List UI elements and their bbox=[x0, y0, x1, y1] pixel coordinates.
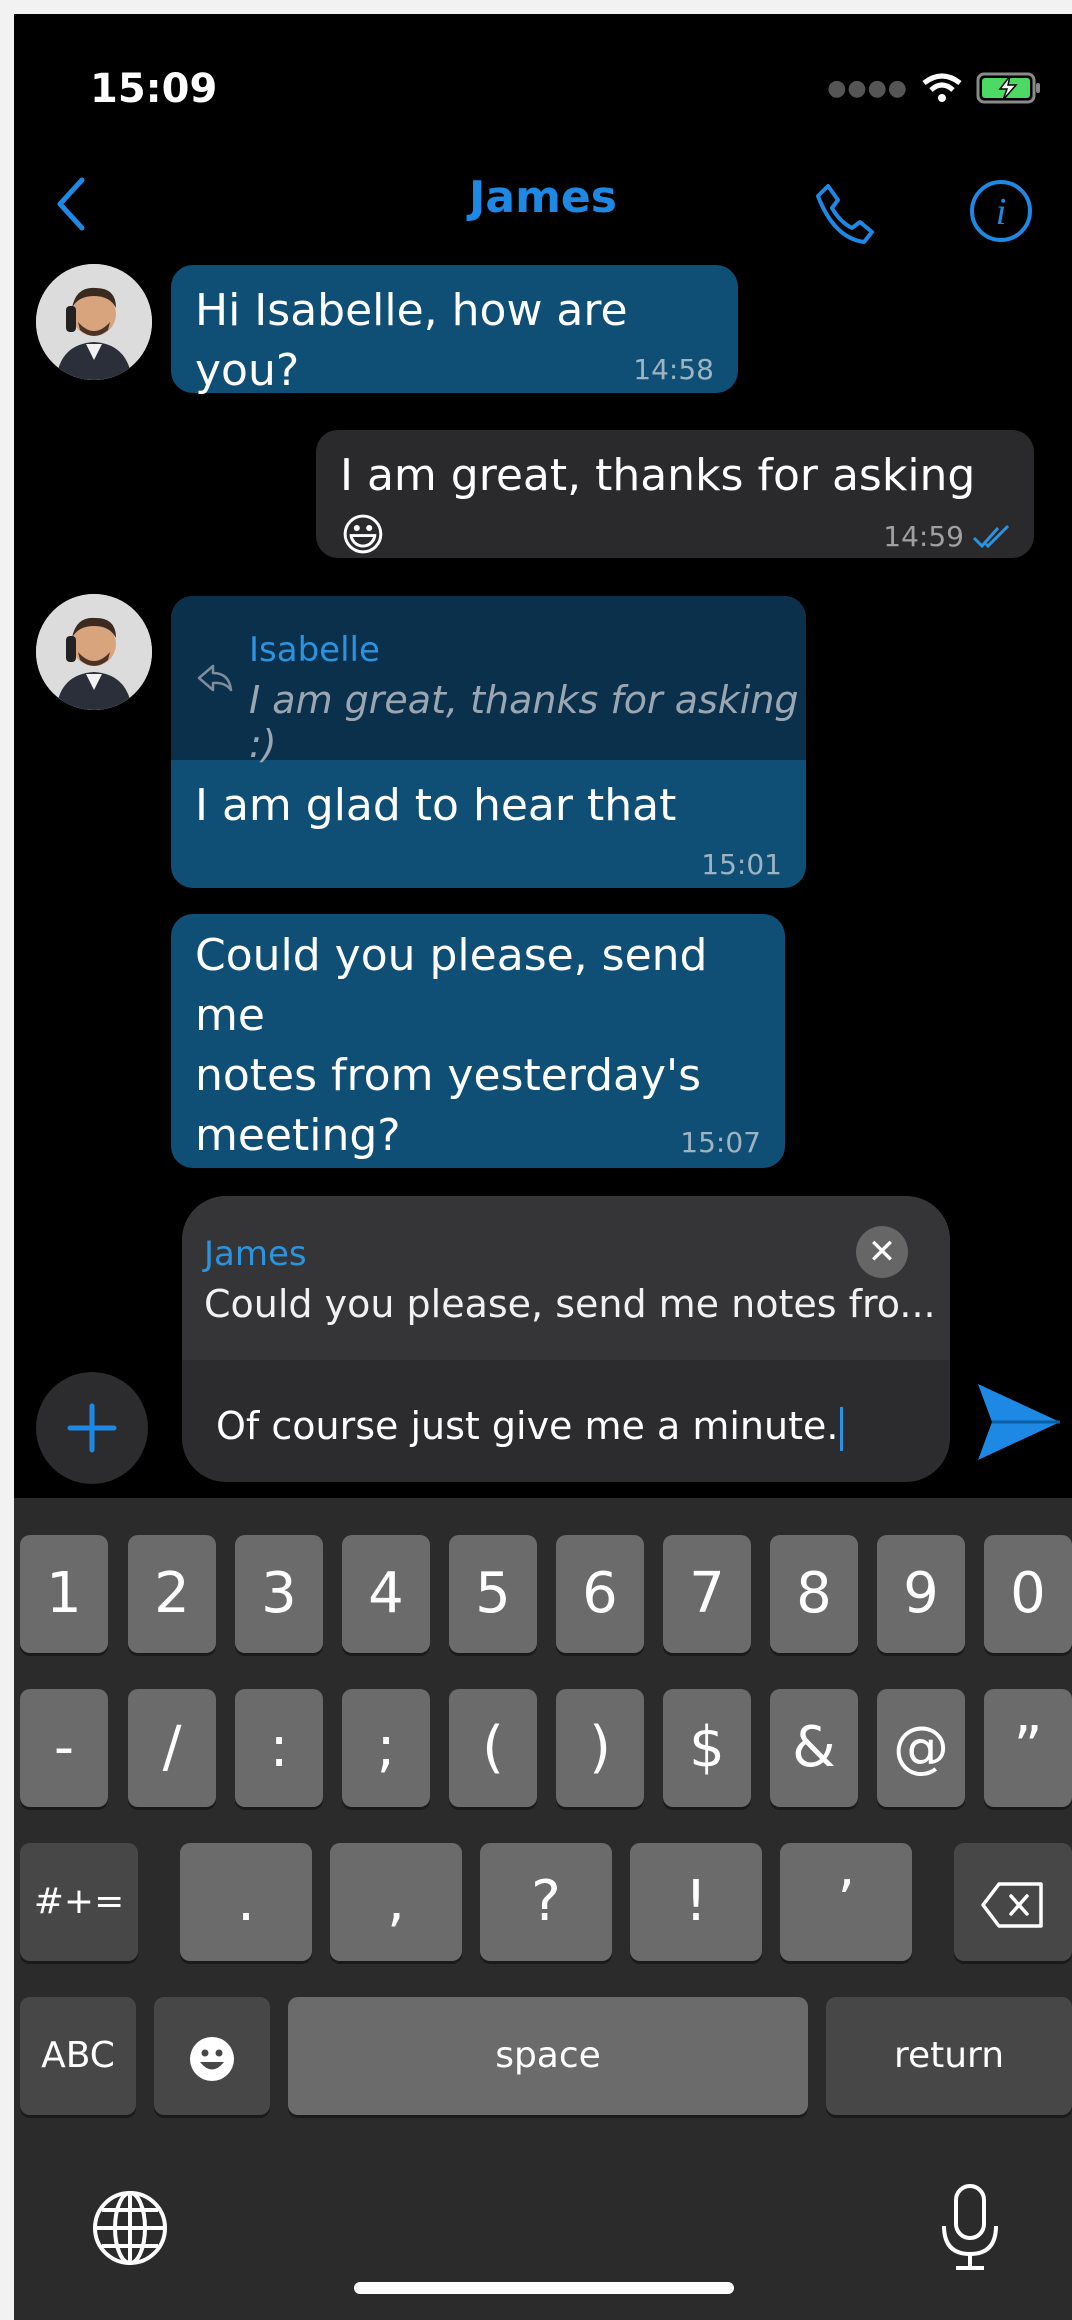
key-open-paren[interactable]: ( bbox=[449, 1689, 537, 1807]
key-7[interactable]: 7 bbox=[663, 1535, 751, 1653]
message-time: 15:01 bbox=[701, 848, 782, 881]
contact-photo-icon bbox=[36, 594, 152, 710]
globe-icon bbox=[93, 2191, 167, 2265]
phone-icon bbox=[816, 184, 874, 244]
message-bubble-incoming[interactable]: Could you please, send me notes from yes… bbox=[171, 914, 785, 1168]
send-button[interactable] bbox=[976, 1382, 1062, 1466]
key-semicolon[interactable]: ; bbox=[342, 1689, 430, 1807]
key-question[interactable]: ? bbox=[480, 1843, 612, 1961]
quoted-author: Isabelle bbox=[249, 630, 380, 670]
key-exclamation[interactable]: ! bbox=[630, 1843, 762, 1961]
send-icon bbox=[978, 1384, 1060, 1460]
key-dollar[interactable]: $ bbox=[663, 1689, 751, 1807]
key-9[interactable]: 9 bbox=[877, 1535, 965, 1653]
emoji-button[interactable] bbox=[154, 1997, 270, 2115]
double-check-icon bbox=[972, 524, 1010, 548]
message-text: I am glad to hear that bbox=[195, 780, 677, 831]
call-button[interactable] bbox=[814, 182, 876, 248]
text-cursor bbox=[840, 1406, 844, 1451]
message-time: 14:59 bbox=[883, 520, 1012, 553]
key-close-paren[interactable]: ) bbox=[556, 1689, 644, 1807]
key-4[interactable]: 4 bbox=[342, 1535, 430, 1653]
key-quote[interactable]: ” bbox=[984, 1689, 1072, 1807]
home-indicator[interactable] bbox=[354, 2282, 734, 2294]
key-apostrophe[interactable]: ’ bbox=[780, 1843, 912, 1961]
message-time: 15:07 bbox=[680, 1126, 761, 1159]
key-comma[interactable]: , bbox=[330, 1843, 462, 1961]
key-slash[interactable]: / bbox=[128, 1689, 216, 1807]
key-ampersand[interactable]: & bbox=[770, 1689, 858, 1807]
delete-icon bbox=[981, 1882, 1043, 1928]
key-at[interactable]: @ bbox=[877, 1689, 965, 1807]
globe-button[interactable] bbox=[90, 2188, 170, 2272]
key-0[interactable]: 0 bbox=[984, 1535, 1072, 1653]
avatar[interactable] bbox=[36, 594, 152, 710]
reply-preview: James Could you please, send me notes fr… bbox=[182, 1196, 950, 1360]
key-6[interactable]: 6 bbox=[556, 1535, 644, 1653]
microphone-icon bbox=[942, 2184, 998, 2270]
key-dash[interactable]: - bbox=[20, 1689, 108, 1807]
status-time: 15:09 bbox=[90, 66, 218, 112]
key-2[interactable]: 2 bbox=[128, 1535, 216, 1653]
reply-arrow-icon bbox=[197, 664, 233, 692]
add-attachment-button[interactable] bbox=[36, 1372, 148, 1484]
message-input-value: Of course just give me a minute. bbox=[216, 1404, 839, 1448]
chat-title: James bbox=[469, 172, 617, 223]
message-time-label: 14:59 bbox=[883, 520, 964, 553]
message-bubble-incoming-reply[interactable]: Isabelle I am great, thanks for asking :… bbox=[171, 596, 806, 888]
key-3[interactable]: 3 bbox=[235, 1535, 323, 1653]
message-line: notes from yesterday's bbox=[195, 1050, 702, 1101]
key-5[interactable]: 5 bbox=[449, 1535, 537, 1653]
message-bubble-incoming[interactable]: Hi Isabelle, how are you? 14:58 bbox=[171, 265, 738, 396]
wifi-icon bbox=[922, 73, 962, 102]
return-key[interactable]: return bbox=[826, 1997, 1072, 2115]
key-1[interactable]: 1 bbox=[20, 1535, 108, 1653]
space-key[interactable]: space bbox=[288, 1997, 808, 2115]
key-more-symbols[interactable]: #+= bbox=[20, 1843, 138, 1961]
reply-preview-text: Could you please, send me notes fro... bbox=[204, 1282, 936, 1326]
info-icon: i bbox=[970, 180, 1032, 242]
plus-icon bbox=[67, 1403, 117, 1453]
contact-photo-icon bbox=[36, 264, 152, 380]
key-colon[interactable]: : bbox=[235, 1689, 323, 1807]
message-time: 14:58 bbox=[633, 353, 714, 386]
status-icons: ●●●● bbox=[827, 72, 1042, 104]
key-period[interactable]: . bbox=[180, 1843, 312, 1961]
quoted-message[interactable]: Isabelle I am great, thanks for asking :… bbox=[171, 596, 806, 766]
key-8[interactable]: 8 bbox=[770, 1535, 858, 1653]
close-reply-button[interactable]: ✕ bbox=[856, 1226, 908, 1278]
quoted-text: I am great, thanks for asking :) bbox=[249, 678, 799, 766]
chat-screen: 15:09 ●●●● James i Hi Isabelle, how are … bbox=[14, 14, 1072, 2320]
message-bubble-outgoing[interactable]: I am great, thanks for asking 😃 14:59 bbox=[316, 430, 1034, 561]
emoji-icon bbox=[190, 2036, 234, 2081]
message-input[interactable]: Of course just give me a minute. bbox=[216, 1404, 844, 1451]
signal-icon: ●●●● bbox=[827, 75, 908, 101]
dictation-button[interactable] bbox=[938, 2182, 1002, 2278]
svg-text:i: i bbox=[996, 191, 1007, 233]
avatar[interactable] bbox=[36, 264, 152, 380]
battery-icon bbox=[976, 72, 1040, 104]
message-line: Could you please, send me bbox=[195, 930, 708, 1041]
message-composer[interactable]: James Could you please, send me notes fr… bbox=[182, 1196, 950, 1482]
backspace-button[interactable] bbox=[954, 1843, 1072, 1961]
info-button[interactable]: i bbox=[968, 178, 1034, 248]
reply-preview-name: James bbox=[204, 1234, 307, 1274]
key-abc[interactable]: ABC bbox=[20, 1997, 136, 2115]
keyboard: 1 2 3 4 5 6 7 8 9 0 - / : ; ( ) $ & @ ” … bbox=[14, 1498, 1072, 2320]
